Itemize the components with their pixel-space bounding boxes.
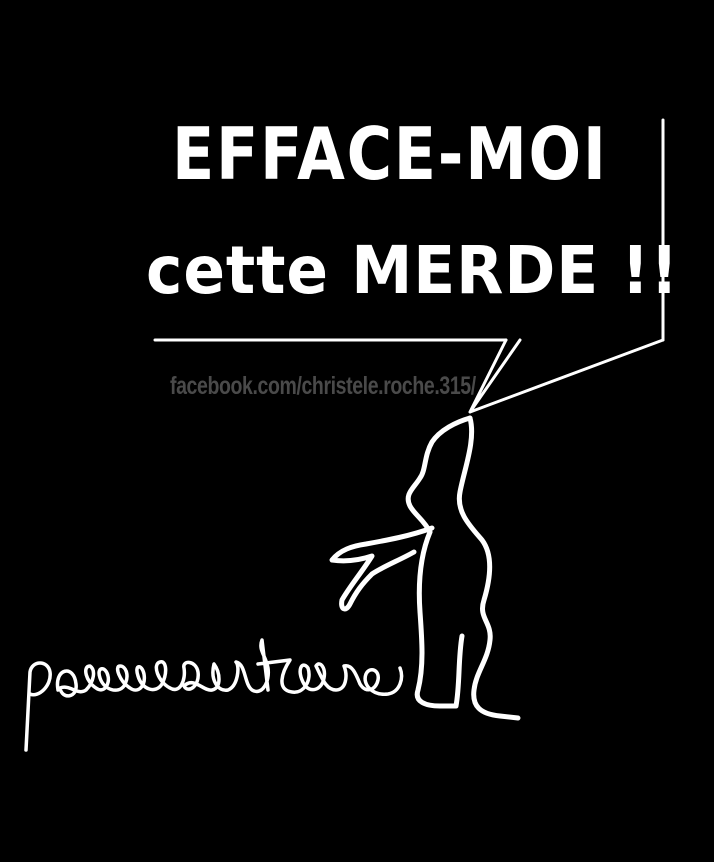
pointing-man-figure xyxy=(329,415,521,721)
speech-bubble-frame xyxy=(153,118,665,414)
man-front xyxy=(414,529,465,709)
illustration xyxy=(24,118,665,752)
handwriting-pass-sanitaire xyxy=(24,638,404,752)
speech-bubble-tail xyxy=(468,338,665,414)
handwriting-stroke xyxy=(24,638,404,752)
poster-canvas: EFFACE-MOI cette MERDE !! facebook.com/c… xyxy=(0,0,714,862)
man-back xyxy=(456,415,521,721)
